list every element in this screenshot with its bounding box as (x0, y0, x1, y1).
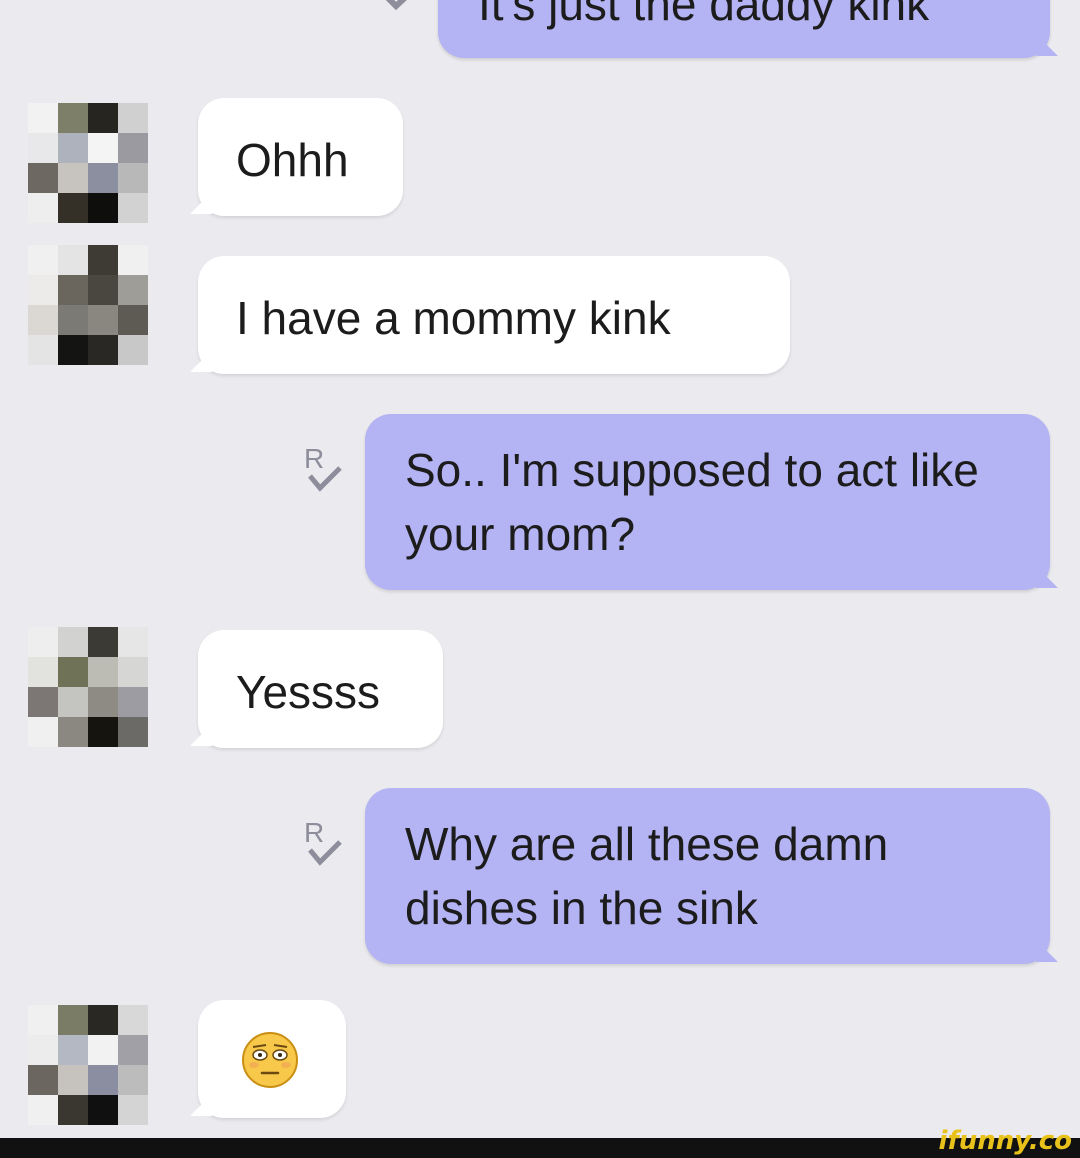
message-bubble-incoming[interactable]: Ohhh (198, 98, 403, 216)
message-text: Yessss (236, 666, 381, 718)
flushed-face-icon (242, 1032, 298, 1088)
avatar[interactable] (28, 1005, 148, 1125)
read-receipt-icon: R (304, 817, 342, 866)
message-text: Why are all these damn dishes in the sin… (405, 818, 889, 935)
message-bubble-incoming[interactable]: Yessss (198, 630, 443, 748)
watermark: ifunny.co (938, 1126, 1072, 1156)
message-text: I have a mommy kink (236, 292, 671, 344)
watermark-bar: ifunny.co (0, 1126, 1080, 1158)
svg-text:R: R (304, 817, 324, 848)
message-bubble-outgoing[interactable]: It's just the daddy kink (438, 0, 1050, 58)
read-receipt-icon: R (304, 443, 342, 492)
message-text: Ohhh (236, 134, 349, 186)
svg-text:R: R (304, 443, 324, 474)
read-receipt-icon (385, 0, 407, 11)
message-bubble-outgoing[interactable]: Why are all these damn dishes in the sin… (365, 788, 1050, 964)
avatar[interactable] (28, 103, 148, 223)
avatar[interactable] (28, 245, 148, 365)
message-text: It's just the daddy kink (478, 0, 930, 30)
message-text: So.. I'm supposed to act like your mom? (405, 444, 979, 561)
message-bubble-outgoing[interactable]: So.. I'm supposed to act like your mom? (365, 414, 1050, 590)
avatar[interactable] (28, 627, 148, 747)
message-bubble-incoming[interactable]: I have a mommy kink (198, 256, 790, 374)
